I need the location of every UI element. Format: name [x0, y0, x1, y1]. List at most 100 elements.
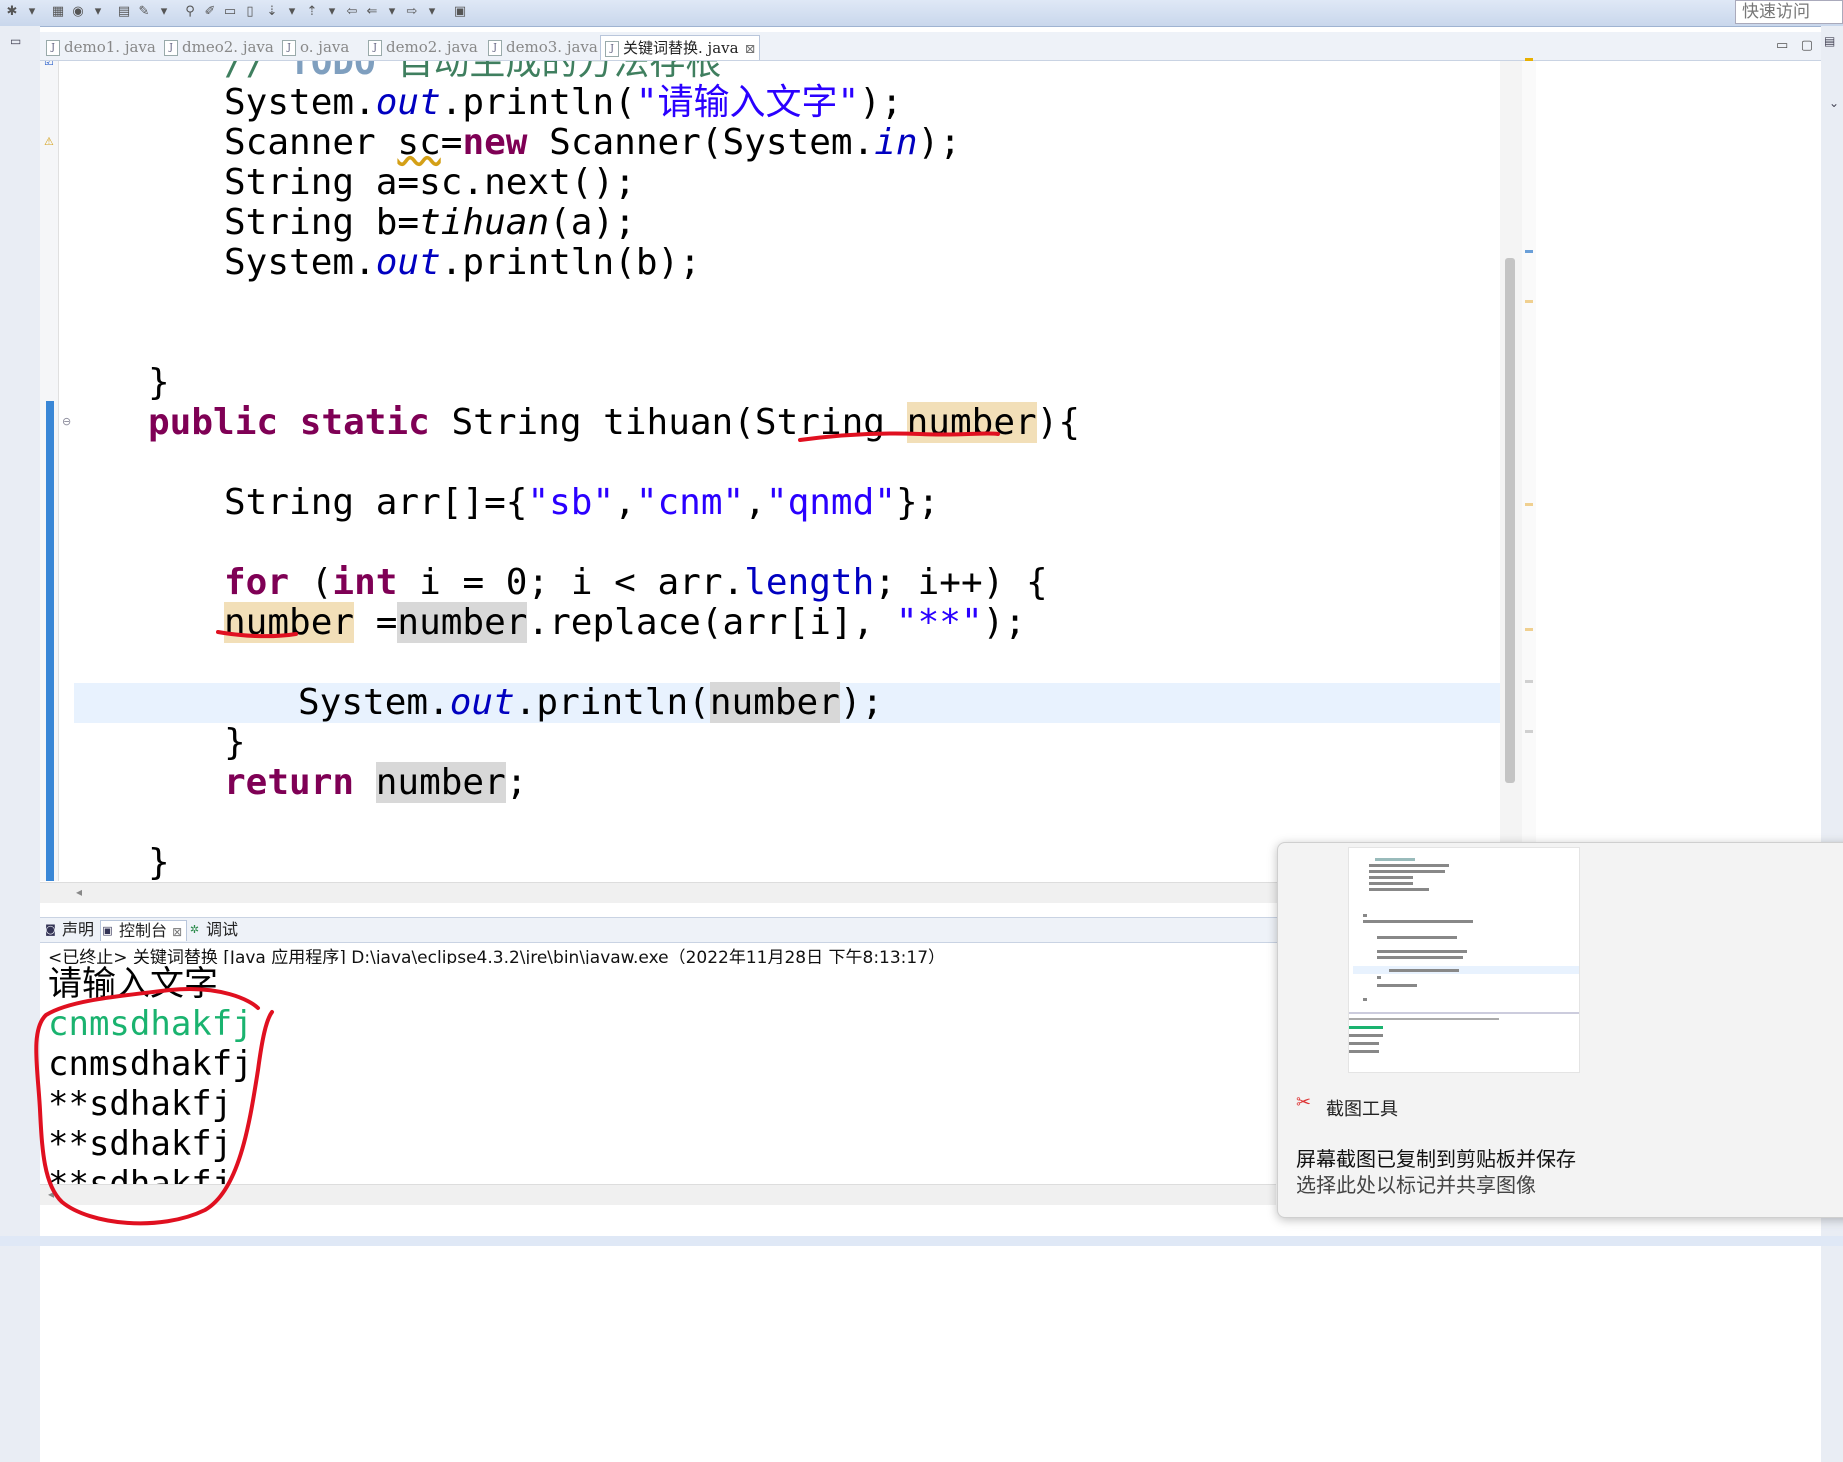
code-token: System.	[224, 242, 376, 283]
minimize-icon[interactable]: ▭	[1776, 38, 1788, 53]
string-literal: "qnmd"	[765, 482, 896, 523]
page-icon[interactable]: ▯	[242, 4, 258, 20]
tab-keyword-replace[interactable]: J 关键词替换. java ⊠	[600, 35, 761, 60]
occurrence-marker[interactable]	[1525, 503, 1533, 506]
code-line-method-signature: public static String tihuan(String numbe…	[148, 402, 1080, 443]
string-literal: "**"	[895, 602, 983, 643]
tab-demo2[interactable]: Jdemo2. java	[364, 35, 482, 59]
main-toolbar: ✱ ▾ ▦ ◉ ▾ ▤ ✎ ▾ ⚲ ✐ ▭ ▯ ⇣ ▾ ⇡ ▾ ⇦ ⇐ ▾ ⇨ …	[0, 0, 1843, 27]
close-icon[interactable]: ⊠	[172, 925, 182, 939]
dropdown-arrow-icon[interactable]: ▾	[324, 4, 340, 20]
forward-icon[interactable]: ⇨	[404, 4, 420, 20]
code-token: .replace(arr[i],	[527, 602, 896, 643]
warning-token: sc	[397, 122, 441, 163]
outline-icon[interactable]: ▤	[1824, 34, 1835, 48]
console-line: cnmsdhakfj	[48, 1044, 253, 1084]
scroll-left-icon[interactable]: ◂	[48, 1187, 54, 1201]
scroll-left-icon[interactable]: ◂	[76, 885, 82, 899]
scrollbar-thumb[interactable]	[1505, 258, 1515, 783]
pencil-icon[interactable]: ✐	[202, 4, 218, 20]
code-token: =	[440, 122, 463, 163]
close-icon[interactable]: ⊠	[745, 42, 756, 57]
back-history-icon[interactable]: ⇐	[364, 4, 380, 20]
code-token: .println(	[514, 682, 710, 723]
occurrence-marker[interactable]	[1525, 300, 1533, 303]
right-trim: ▤ ⌄	[1821, 26, 1843, 1462]
maximize-icon[interactable]: ▢	[1801, 38, 1813, 53]
tab-demo3[interactable]: Jdemo3. java	[484, 35, 602, 59]
code-token: );	[917, 122, 961, 163]
current-marker[interactable]	[1525, 250, 1533, 253]
tab-console[interactable]: ▣ 控制台 ⊠	[100, 920, 188, 941]
occurrence-marker[interactable]	[1525, 730, 1533, 733]
code-token: Scanner	[224, 122, 398, 163]
open-perspective-icon[interactable]: ▣	[452, 4, 468, 20]
code-token: =	[354, 602, 398, 643]
code-token: .println(b);	[440, 242, 701, 283]
open-folder-icon[interactable]: ▤	[116, 4, 132, 20]
console-line: **sdhakfj	[48, 1164, 233, 1184]
tab-label: 关键词替换. java	[623, 39, 739, 57]
tab-declaration[interactable]: ◙ 声明	[44, 920, 94, 940]
code-token: out	[375, 242, 441, 283]
tab-demo1[interactable]: Jdemo1. java	[42, 35, 160, 59]
pin-icon[interactable]: ⚲	[182, 4, 198, 20]
comment-text: 自动生成的方法存根	[375, 61, 722, 83]
dropdown-arrow-icon[interactable]: ▾	[384, 4, 400, 20]
console-output[interactable]: 请输入文字 cnmsdhakfj cnmsdhakfj **sdhakfj **…	[40, 964, 1276, 1184]
layout-icon[interactable]: ▭	[222, 4, 238, 20]
tab-label: 声明	[62, 920, 95, 939]
snipping-tool-icon: ✂	[1296, 1092, 1312, 1113]
string-literal: "cnm"	[635, 482, 745, 523]
code-token: (a);	[549, 202, 636, 243]
dropdown-arrow-icon[interactable]: ▾	[24, 4, 40, 20]
dropdown-arrow-icon[interactable]: ▾	[284, 4, 300, 20]
snipping-tool-notification[interactable]: ✂ 截图工具 屏幕截图已复制到剪贴板并保存 选择此处以标记并共享图像	[1277, 842, 1843, 1218]
back-icon[interactable]: ⇦	[344, 4, 360, 20]
task-icon: ☑	[44, 61, 54, 68]
chevron-down-icon[interactable]: ⌄	[1829, 96, 1839, 110]
code-token: .println(	[440, 82, 636, 123]
tab-label: 调试	[206, 920, 239, 939]
code-token: System.	[298, 682, 450, 723]
tab-dmeo2[interactable]: Jdmeo2. java	[160, 35, 278, 59]
debug-icon[interactable]: ✱	[4, 4, 20, 20]
code-token: i = 0; i < arr.	[397, 562, 745, 603]
code-token: );	[859, 82, 903, 123]
code-line-for-loop: for (int i = 0; i < arr.length; i++) {	[224, 563, 1048, 603]
new-class-icon[interactable]: ◉	[70, 4, 86, 20]
prev-annotation-icon[interactable]: ⇡	[304, 4, 320, 20]
new-package-icon[interactable]: ▦	[50, 4, 66, 20]
code-editor[interactable]: ☑ ⚠ ⊖ // TODO 自动生成的方法存根 System.out.print…	[40, 61, 1500, 881]
overview-ruler[interactable]	[1522, 61, 1536, 901]
tab-o[interactable]: Jo. java	[278, 35, 353, 59]
code-token: String b=	[224, 202, 420, 243]
keyword: new	[462, 122, 528, 163]
debug-icon: ✲	[189, 923, 200, 936]
code-line: System.out.println("请输入文字");	[224, 83, 903, 123]
screenshot-thumbnail[interactable]	[1348, 847, 1580, 1073]
occurrence-marker[interactable]	[1525, 628, 1533, 631]
edit-icon[interactable]: ✎	[136, 4, 152, 20]
dropdown-arrow-icon[interactable]: ▾	[424, 4, 440, 20]
next-annotation-icon[interactable]: ⇣	[264, 4, 280, 20]
console-icon: ▣	[102, 924, 113, 937]
code-token: String tihuan(String	[451, 402, 907, 443]
keyword: static	[299, 402, 430, 443]
console-line: **sdhakfj	[48, 1084, 233, 1124]
keyword: int	[332, 562, 398, 603]
quick-access-field[interactable]: 快速访问	[1735, 0, 1843, 24]
warning-marker[interactable]	[1525, 58, 1533, 61]
status-bar	[0, 1236, 1843, 1246]
code-token: tihuan	[419, 202, 550, 243]
dropdown-arrow-icon[interactable]: ▾	[156, 4, 172, 20]
declaration-icon: ◙	[45, 923, 56, 936]
console-horizontal-scrollbar[interactable]: ◂	[40, 1184, 1276, 1205]
occurrence-marker[interactable]	[1525, 680, 1533, 683]
code-line: number =number.replace(arr[i], "**");	[224, 602, 1026, 643]
tab-label: demo2. java	[386, 38, 478, 56]
tab-debug[interactable]: ✲ 调试	[188, 920, 238, 940]
restore-icon[interactable]: ▭	[10, 34, 21, 48]
fold-collapse-icon[interactable]: ⊖	[62, 415, 71, 428]
dropdown-arrow-icon[interactable]: ▾	[90, 4, 106, 20]
